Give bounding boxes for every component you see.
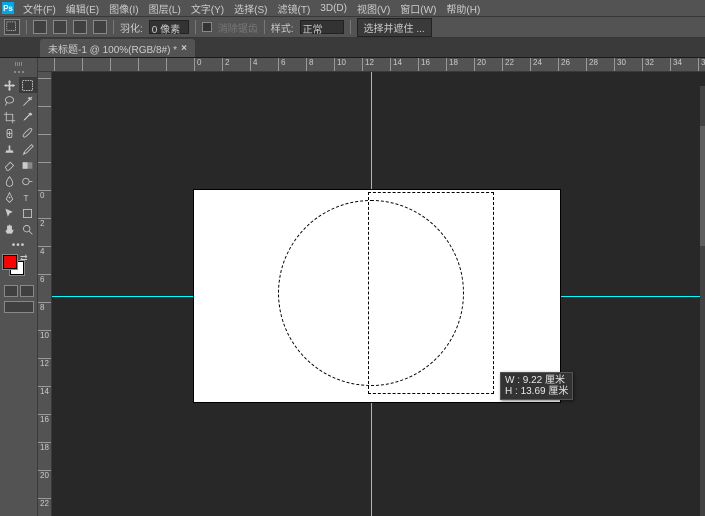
feather-label: 羽化: (120, 20, 143, 35)
menu-select[interactable]: 选择(S) (229, 1, 272, 16)
separator (264, 20, 265, 34)
separator (350, 20, 351, 34)
options-bar: 羽化: 0 像素 消除锯齿 样式: 正常 选择并遮住 ... (0, 16, 705, 38)
document-tab-title: 未标题-1 @ 100%(RGB/8#) * (48, 41, 177, 56)
blur-tool-icon[interactable] (0, 173, 19, 189)
selection-intersect-icon[interactable] (93, 20, 107, 34)
vertical-scrollbar[interactable] (700, 86, 705, 516)
pen-tool-icon[interactable] (0, 189, 19, 205)
toolbox: T ••• ⇄ (0, 58, 38, 516)
spot-heal-tool-icon[interactable] (0, 125, 19, 141)
dodge-tool-icon[interactable] (19, 173, 38, 189)
lasso-tool-icon[interactable] (0, 93, 19, 109)
type-tool-icon[interactable]: T (19, 189, 38, 205)
gradient-tool-icon[interactable] (19, 157, 38, 173)
tooltip-h-label: H : (505, 386, 518, 397)
color-swatches: ⇄ (0, 253, 37, 283)
menu-file[interactable]: 文件(F) (18, 1, 61, 16)
tool-preset-icon[interactable] (4, 19, 20, 35)
style-label: 样式: (271, 20, 294, 35)
style-dropdown[interactable]: 正常 (300, 20, 344, 34)
magic-wand-tool-icon[interactable] (19, 93, 38, 109)
brush-tool-icon[interactable] (19, 125, 38, 141)
document-tab[interactable]: 未标题-1 @ 100%(RGB/8#) * × (40, 39, 195, 57)
menu-view[interactable]: 视图(V) (352, 1, 395, 16)
vertical-ruler[interactable]: 024681012141618202224 (38, 72, 52, 516)
menu-edit[interactable]: 编辑(E) (61, 1, 104, 16)
zoom-tool-icon[interactable] (19, 221, 38, 237)
selection-subtract-icon[interactable] (73, 20, 87, 34)
edit-toolbar-icon[interactable]: ••• (0, 237, 37, 253)
selection-add-icon[interactable] (53, 20, 67, 34)
app-icon: Ps (2, 2, 14, 14)
select-and-mask-button[interactable]: 选择并遮住 ... (357, 18, 432, 37)
menu-3d[interactable]: 3D(D) (315, 3, 352, 14)
quickmask-mode-icon[interactable] (20, 285, 34, 297)
menu-filter[interactable]: 滤镜(T) (273, 1, 316, 16)
document-tab-bar: 未标题-1 @ 100%(RGB/8#) * × (0, 38, 705, 58)
scrollbar-thumb[interactable] (700, 126, 705, 246)
separator (26, 20, 27, 34)
canvas-viewport[interactable]: W : 9.22 厘米 H : 13.69 厘米 (52, 72, 705, 516)
clone-stamp-tool-icon[interactable] (0, 141, 19, 157)
shape-tool-icon[interactable] (19, 205, 38, 221)
separator (195, 20, 196, 34)
svg-text:T: T (24, 193, 29, 202)
menu-layer[interactable]: 图层(L) (144, 1, 186, 16)
move-tool-icon[interactable] (0, 77, 19, 93)
menu-help[interactable]: 帮助(H) (441, 1, 485, 16)
document-canvas[interactable] (194, 190, 560, 402)
tooltip-w-label: W : (505, 375, 520, 386)
selection-new-icon[interactable] (33, 20, 47, 34)
hand-tool-icon[interactable] (0, 221, 19, 237)
crop-tool-icon[interactable] (0, 109, 19, 125)
eyedropper-tool-icon[interactable] (19, 109, 38, 125)
close-icon[interactable]: × (181, 43, 187, 54)
marquee-tool-icon[interactable] (19, 77, 38, 93)
separator (113, 20, 114, 34)
toolbox-grip[interactable] (0, 62, 37, 68)
standard-mode-icon[interactable] (4, 285, 18, 297)
menu-window[interactable]: 窗口(W) (395, 1, 441, 16)
menu-type[interactable]: 文字(Y) (186, 1, 229, 16)
history-brush-tool-icon[interactable] (19, 141, 38, 157)
workspace: T ••• ⇄ 02468101214161820222426283032343… (0, 58, 705, 516)
foreground-color-swatch[interactable] (3, 255, 17, 269)
dimension-tooltip: W : 9.22 厘米 H : 13.69 厘米 (500, 372, 573, 400)
menu-image[interactable]: 图像(I) (104, 1, 143, 16)
horizontal-ruler[interactable]: 02468101214161820222426283032343638 (38, 58, 705, 72)
eraser-tool-icon[interactable] (0, 157, 19, 173)
menu-bar: Ps 文件(F) 编辑(E) 图像(I) 图层(L) 文字(Y) 选择(S) 滤… (0, 0, 705, 16)
toolbox-collapse-icon[interactable] (0, 71, 37, 75)
screen-mode-icon[interactable] (4, 301, 34, 313)
antialias-checkbox[interactable] (202, 22, 212, 32)
tooltip-w-value: 9.22 厘米 (523, 375, 565, 386)
feather-input[interactable]: 0 像素 (149, 20, 189, 34)
antialias-label: 消除锯齿 (218, 20, 258, 35)
path-select-tool-icon[interactable] (0, 205, 19, 221)
tooltip-h-value: 13.69 厘米 (521, 386, 569, 397)
